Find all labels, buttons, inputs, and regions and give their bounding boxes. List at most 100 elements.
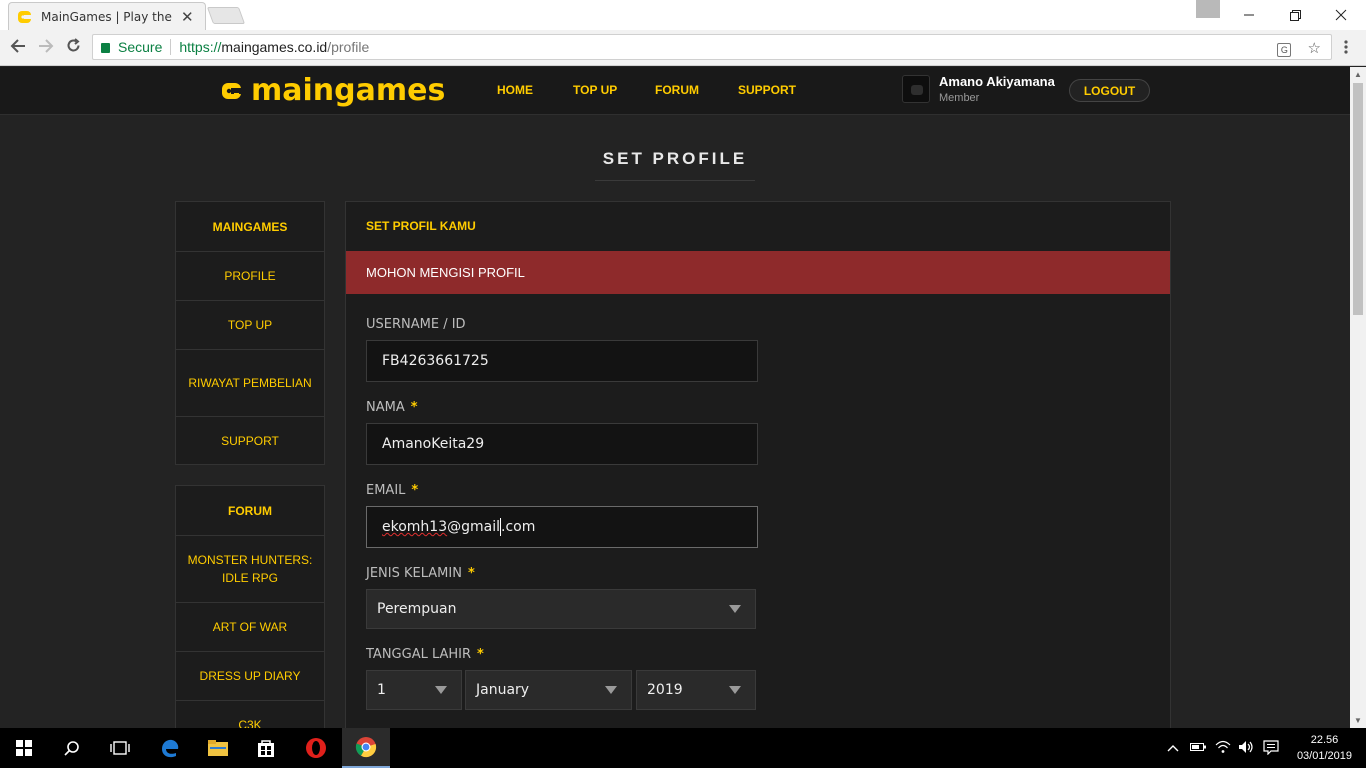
logo-text: maingames	[251, 73, 446, 108]
sidebar-item-maingames[interactable]: MAINGAMES	[176, 202, 324, 251]
forward-arrow-icon[interactable]	[38, 38, 54, 58]
page-scrollbar[interactable]: ▲ ▼	[1350, 67, 1366, 728]
alert-banner: MOHON MENGISI PROFIL	[346, 251, 1170, 294]
chrome-profile-icon[interactable]	[1196, 0, 1220, 18]
clock-time: 22.56	[1310, 734, 1339, 746]
dob-label-text: TANGGAL LAHIR	[366, 647, 472, 662]
page-title: SET PROFILE	[602, 149, 748, 168]
tab-title: MainGames | Play the Be	[41, 9, 173, 24]
dob-day-select[interactable]: 1	[366, 670, 462, 710]
volume-icon[interactable]	[1238, 740, 1254, 757]
user-name[interactable]: Amano Akiyamana	[939, 74, 1055, 89]
username-field[interactable]: FB4263661725	[366, 340, 758, 382]
maingames-logo-icon	[221, 80, 243, 102]
url-path: /profile	[327, 39, 370, 55]
search-icon[interactable]	[48, 728, 96, 768]
username-label: USERNAME / ID	[366, 317, 466, 332]
sidebar-item-monster-hunters[interactable]: MONSTER HUNTERS: IDLE RPG	[176, 535, 324, 602]
dob-label: TANGGAL LAHIR *	[366, 647, 484, 662]
store-icon[interactable]	[242, 728, 290, 768]
url-input[interactable]: Secure https://maingames.co.id/profile G…	[92, 34, 1332, 60]
url-scheme: https://	[179, 39, 222, 55]
site-header: maingames HOME TOP UP FORUM SUPPORT Aman…	[0, 67, 1350, 115]
sidebar-item-top-up[interactable]: TOP UP	[176, 300, 324, 349]
logout-button[interactable]: LOGOUT	[1069, 79, 1150, 102]
email-label-text: EMAIL	[366, 483, 406, 498]
chrome-menu-icon[interactable]	[1344, 39, 1348, 59]
dob-year-value: 2019	[647, 682, 683, 698]
sidebar-item-dress-up-diary[interactable]: DRESS UP DIARY	[176, 651, 324, 700]
nama-label: NAMA *	[366, 400, 418, 415]
gender-select[interactable]: Perempuan	[366, 589, 756, 629]
wifi-icon[interactable]	[1215, 740, 1231, 757]
title-divider	[595, 180, 755, 181]
email-value-part: .com	[501, 519, 536, 535]
sidebar-item-profile[interactable]: PROFILE	[176, 251, 324, 300]
sidebar-item-art-of-war[interactable]: ART OF WAR	[176, 602, 324, 651]
sidebar-item-forum[interactable]: FORUM	[176, 486, 324, 535]
email-value-part: @gmail	[447, 519, 501, 535]
profile-form-panel: SET PROFIL KAMU MOHON MENGISI PROFIL USE…	[345, 201, 1171, 728]
dob-month-value: January	[476, 682, 530, 698]
gender-label: JENIS KELAMIN *	[366, 566, 475, 581]
bookmark-star-icon[interactable]: ☆	[1308, 40, 1321, 57]
panel-title: SET PROFIL KAMU	[366, 219, 476, 233]
opera-icon[interactable]	[292, 728, 340, 768]
scrollbar-thumb[interactable]	[1353, 83, 1363, 315]
minimize-icon[interactable]	[1226, 0, 1272, 30]
dob-month-select[interactable]: January	[465, 670, 632, 710]
maingames-logo[interactable]: maingames	[221, 73, 445, 108]
user-role: Member	[939, 92, 980, 104]
translate-icon[interactable]: G	[1277, 43, 1292, 57]
sidebar-item-c3k[interactable]: C3K	[176, 700, 324, 728]
required-mark: *	[410, 400, 418, 415]
chevron-down-icon	[435, 686, 447, 694]
restore-icon[interactable]	[1272, 0, 1318, 30]
reload-icon[interactable]	[66, 38, 81, 58]
nav-forum[interactable]: FORUM	[655, 83, 699, 97]
tab-close-icon[interactable]: ✕	[181, 8, 194, 26]
email-value-part: ekomh13	[382, 519, 448, 535]
chevron-down-icon	[729, 686, 741, 694]
windows-start-icon[interactable]	[0, 728, 48, 768]
scroll-up-icon[interactable]: ▲	[1354, 70, 1362, 79]
browser-tab-bar: MainGames | Play the Be ✕	[0, 0, 1366, 30]
secure-indicator[interactable]: Secure	[101, 39, 162, 55]
back-arrow-icon[interactable]	[10, 38, 26, 58]
gender-label-text: JENIS KELAMIN	[366, 566, 462, 581]
required-mark: *	[477, 647, 484, 662]
sidebar-forum: FORUM MONSTER HUNTERS: IDLE RPG ART OF W…	[175, 485, 325, 728]
nama-field[interactable]: AmanoKeita29	[366, 423, 758, 465]
url-host: maingames.co.id	[221, 39, 328, 55]
avatar[interactable]	[902, 75, 930, 103]
email-field[interactable]: ekomh13 @gmail .com	[366, 506, 758, 548]
taskbar-clock[interactable]: 22.56 03/01/2019	[1297, 732, 1352, 764]
sidebar-item-riwayat-pembelian[interactable]: RIWAYAT PEMBELIAN	[176, 349, 324, 416]
sidebar-item-support[interactable]: SUPPORT	[176, 416, 324, 464]
dob-year-select[interactable]: 2019	[636, 670, 756, 710]
chrome-icon[interactable]	[342, 728, 390, 768]
action-center-icon[interactable]	[1263, 740, 1279, 758]
nav-support[interactable]: SUPPORT	[738, 83, 796, 97]
new-tab-button[interactable]	[206, 7, 246, 24]
nav-top-up[interactable]: TOP UP	[573, 83, 617, 97]
gender-value: Perempuan	[377, 601, 457, 617]
windows-taskbar: 22.56 03/01/2019	[0, 728, 1366, 768]
edge-browser-icon[interactable]	[146, 728, 194, 768]
task-view-icon[interactable]	[96, 728, 144, 768]
nav-home[interactable]: HOME	[497, 83, 533, 97]
close-window-icon[interactable]	[1318, 0, 1364, 30]
file-explorer-icon[interactable]	[194, 728, 242, 768]
browser-tab[interactable]: MainGames | Play the Be ✕	[8, 2, 206, 30]
address-bar: Secure https://maingames.co.id/profile G…	[0, 30, 1366, 66]
battery-icon[interactable]	[1190, 740, 1206, 755]
show-hidden-icons-icon[interactable]	[1167, 740, 1179, 755]
scroll-down-icon[interactable]: ▼	[1354, 716, 1362, 725]
dob-day-value: 1	[377, 682, 386, 698]
sidebar-account: MAINGAMES PROFILE TOP UP RIWAYAT PEMBELI…	[175, 201, 325, 465]
required-mark: *	[411, 483, 419, 498]
web-page: maingames HOME TOP UP FORUM SUPPORT Aman…	[0, 67, 1350, 728]
clock-date: 03/01/2019	[1296, 750, 1352, 762]
secure-label: Secure	[118, 39, 163, 55]
chevron-down-icon	[605, 686, 617, 694]
